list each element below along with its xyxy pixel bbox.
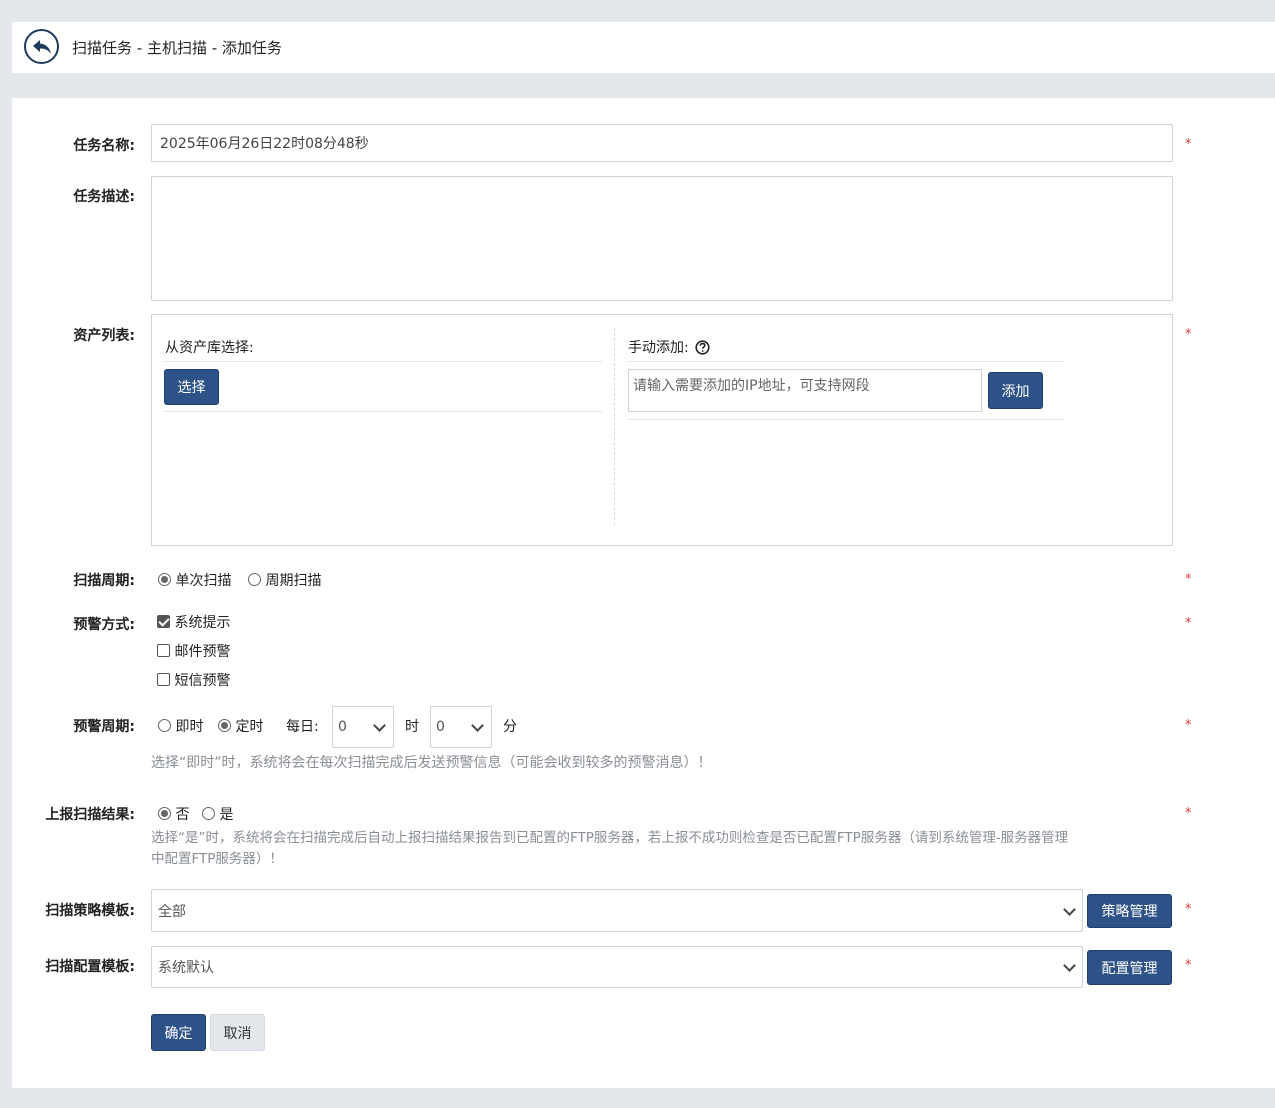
manual-add-header: 手动添加: [628,337,710,357]
strategy-template-select[interactable]: 全部 [151,889,1083,932]
select-asset-button[interactable]: 选择 [164,369,219,405]
strategy-manage-button[interactable]: 策略管理 [1087,894,1172,928]
task-name-label: 任务名称: [73,138,135,154]
radio-checked[interactable] [158,807,171,820]
task-desc-textarea[interactable] [151,176,1173,301]
radio-label: 定时 [235,719,264,735]
required-mark: * [1185,806,1192,821]
back-button[interactable] [24,29,59,64]
alert-cycle-label: 预警周期: [73,719,135,735]
column-separator [614,328,615,525]
from-library-label: 从资产库选择: [165,340,254,356]
asset-list-label: 资产列表: [73,328,135,344]
config-template-select[interactable]: 系统默认 [151,946,1083,988]
chevron-down-icon [1063,903,1076,916]
radio-checked[interactable] [218,719,231,732]
required-mark: * [1185,572,1192,587]
scan-cycle-label: 扫描周期: [73,573,135,589]
radio-label: 即时 [175,719,204,735]
radio-label: 单次扫描 [175,573,232,589]
chevron-down-icon [373,719,386,732]
alert-method-system[interactable]: 系统提示 [157,612,230,632]
checkbox-checked[interactable] [157,615,170,628]
radio-label: 否 [175,807,190,823]
alert-cycle-option-scheduled[interactable]: 定时 [218,716,263,736]
divider [628,361,1065,362]
page-title: 扫描任务 - 主机扫描 - 添加任务 [72,39,282,57]
task-name-input[interactable]: 2025年06月26日22时08分48秒 [151,124,1173,162]
checkbox-label: 系统提示 [174,615,231,631]
required-mark: * [1185,902,1192,917]
manual-add-label: 手动添加: [628,340,689,356]
report-result-hint: 选择“是”时，系统将会在扫描完成后自动上报扫描结果报告到已配置的FTP服务器，若… [151,828,1181,870]
scan-cycle-option-periodic[interactable]: 周期扫描 [248,570,321,590]
asset-list-box: 从资产库选择: 选择 手动添加: 请输入需要添加的IP地址，可支持网段 添加 [151,314,1173,546]
config-template-value: 系统默认 [158,960,214,976]
hour-select[interactable]: 0 [332,706,394,748]
confirm-button[interactable]: 确定 [151,1014,206,1051]
minute-unit: 分 [503,719,517,735]
required-mark: * [1185,958,1192,973]
hour-select-value: 0 [338,719,347,735]
hint-line: 选择“是”时，系统将会在扫描完成后自动上报扫描结果报告到已配置的FTP服务器，若… [151,830,1069,846]
help-icon[interactable] [695,339,710,355]
divider [628,419,1065,420]
radio-unchecked[interactable] [158,719,171,732]
checkbox-label: 短信预警 [174,673,231,689]
required-mark: * [1185,718,1192,733]
checkbox-unchecked[interactable] [157,644,170,657]
form-panel: 任务名称: 2025年06月26日22时08分48秒 * 任务描述: 资产列表:… [12,98,1275,1088]
checkbox-unchecked[interactable] [157,673,170,686]
scan-cycle-option-once[interactable]: 单次扫描 [158,570,231,590]
minute-select-value: 0 [436,719,445,735]
radio-unchecked[interactable] [202,807,215,820]
divider [164,411,602,412]
cancel-button[interactable]: 取消 [210,1014,265,1051]
radio-label: 是 [219,807,234,823]
divider [164,361,602,362]
chevron-down-icon [1063,959,1076,972]
chevron-down-icon [471,719,484,732]
radio-unchecked[interactable] [248,573,261,586]
task-desc-label: 任务描述: [73,189,135,205]
manual-ip-textarea[interactable]: 请输入需要添加的IP地址，可支持网段 [628,369,982,412]
radio-checked[interactable] [158,573,171,586]
report-option-yes[interactable]: 是 [202,804,233,824]
hint-line: 中配置FTP服务器）！ [151,851,283,867]
minute-select[interactable]: 0 [430,706,492,748]
config-template-label: 扫描配置模板: [45,959,135,975]
config-manage-button[interactable]: 配置管理 [1087,950,1172,985]
required-mark: * [1185,327,1192,342]
report-option-no[interactable]: 否 [158,804,189,824]
hour-unit: 时 [405,719,419,735]
alert-method-label: 预警方式: [73,617,135,633]
alert-cycle-hint: 选择“即时”时，系统将会在每次扫描完成后发送预警信息（可能会收到较多的预警消息）… [151,755,712,771]
required-mark: * [1185,137,1192,152]
daily-label: 每日: [286,719,319,735]
required-mark: * [1185,616,1192,631]
page-header: 扫描任务 - 主机扫描 - 添加任务 [12,22,1275,73]
alert-cycle-option-immediate[interactable]: 即时 [158,716,203,736]
checkbox-label: 邮件预警 [174,644,231,660]
add-ip-button[interactable]: 添加 [988,372,1043,409]
back-arrow-icon [32,39,51,54]
strategy-template-value: 全部 [158,903,186,920]
radio-label: 周期扫描 [265,573,322,589]
strategy-template-label: 扫描策略模板: [45,903,135,919]
alert-method-email[interactable]: 邮件预警 [157,641,230,661]
report-result-label: 上报扫描结果: [45,807,135,823]
alert-method-sms[interactable]: 短信预警 [157,670,230,690]
